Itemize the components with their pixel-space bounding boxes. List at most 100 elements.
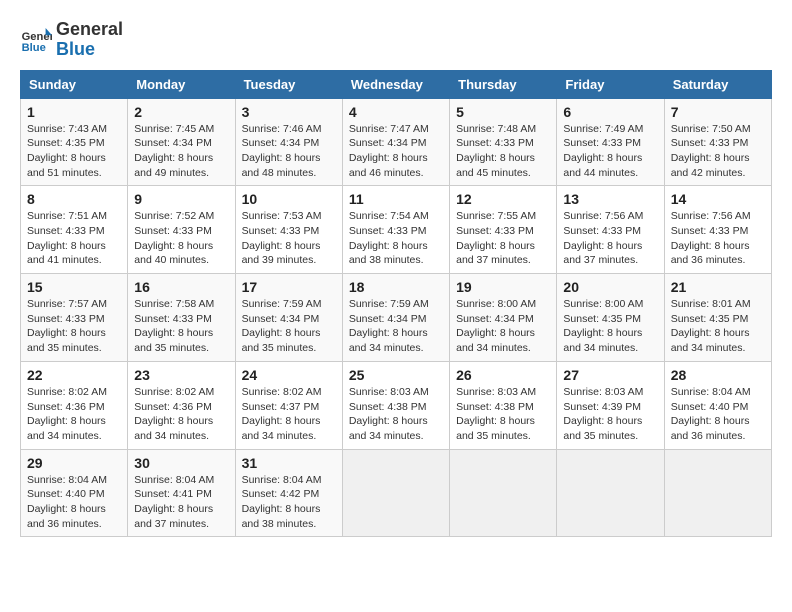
day-number: 10: [242, 191, 336, 207]
day-info: Sunrise: 8:00 AM Sunset: 4:34 PM Dayligh…: [456, 297, 550, 356]
calendar-cell: 22 Sunrise: 8:02 AM Sunset: 4:36 PM Dayl…: [21, 361, 128, 449]
logo-icon: General Blue: [20, 24, 52, 56]
day-number: 31: [242, 455, 336, 471]
calendar-cell: 8 Sunrise: 7:51 AM Sunset: 4:33 PM Dayli…: [21, 186, 128, 274]
calendar-cell: 10 Sunrise: 7:53 AM Sunset: 4:33 PM Dayl…: [235, 186, 342, 274]
day-info: Sunrise: 8:04 AM Sunset: 4:41 PM Dayligh…: [134, 473, 228, 532]
page-header: General Blue General Blue: [20, 20, 772, 60]
day-number: 30: [134, 455, 228, 471]
day-number: 18: [349, 279, 443, 295]
day-number: 11: [349, 191, 443, 207]
calendar-cell: 7 Sunrise: 7:50 AM Sunset: 4:33 PM Dayli…: [664, 98, 771, 186]
calendar-cell: 2 Sunrise: 7:45 AM Sunset: 4:34 PM Dayli…: [128, 98, 235, 186]
calendar-week-4: 22 Sunrise: 8:02 AM Sunset: 4:36 PM Dayl…: [21, 361, 772, 449]
day-info: Sunrise: 8:00 AM Sunset: 4:35 PM Dayligh…: [563, 297, 657, 356]
day-number: 29: [27, 455, 121, 471]
day-number: 14: [671, 191, 765, 207]
day-info: Sunrise: 7:50 AM Sunset: 4:33 PM Dayligh…: [671, 122, 765, 181]
calendar-cell: 9 Sunrise: 7:52 AM Sunset: 4:33 PM Dayli…: [128, 186, 235, 274]
day-info: Sunrise: 8:02 AM Sunset: 4:36 PM Dayligh…: [134, 385, 228, 444]
day-number: 20: [563, 279, 657, 295]
day-number: 19: [456, 279, 550, 295]
calendar-cell: 25 Sunrise: 8:03 AM Sunset: 4:38 PM Dayl…: [342, 361, 449, 449]
day-info: Sunrise: 7:57 AM Sunset: 4:33 PM Dayligh…: [27, 297, 121, 356]
calendar-cell: 24 Sunrise: 8:02 AM Sunset: 4:37 PM Dayl…: [235, 361, 342, 449]
day-info: Sunrise: 8:04 AM Sunset: 4:40 PM Dayligh…: [27, 473, 121, 532]
logo-name: General Blue: [56, 20, 123, 60]
calendar-cell: 4 Sunrise: 7:47 AM Sunset: 4:34 PM Dayli…: [342, 98, 449, 186]
day-info: Sunrise: 8:04 AM Sunset: 4:42 PM Dayligh…: [242, 473, 336, 532]
calendar-cell: 16 Sunrise: 7:58 AM Sunset: 4:33 PM Dayl…: [128, 274, 235, 362]
calendar-cell: 31 Sunrise: 8:04 AM Sunset: 4:42 PM Dayl…: [235, 449, 342, 537]
calendar-table: SundayMondayTuesdayWednesdayThursdayFrid…: [20, 70, 772, 538]
calendar-cell: 13 Sunrise: 7:56 AM Sunset: 4:33 PM Dayl…: [557, 186, 664, 274]
day-number: 17: [242, 279, 336, 295]
day-info: Sunrise: 8:03 AM Sunset: 4:38 PM Dayligh…: [456, 385, 550, 444]
calendar-cell: 19 Sunrise: 8:00 AM Sunset: 4:34 PM Dayl…: [450, 274, 557, 362]
day-info: Sunrise: 7:43 AM Sunset: 4:35 PM Dayligh…: [27, 122, 121, 181]
calendar-cell: 30 Sunrise: 8:04 AM Sunset: 4:41 PM Dayl…: [128, 449, 235, 537]
day-number: 13: [563, 191, 657, 207]
day-number: 9: [134, 191, 228, 207]
calendar-week-1: 1 Sunrise: 7:43 AM Sunset: 4:35 PM Dayli…: [21, 98, 772, 186]
day-info: Sunrise: 8:04 AM Sunset: 4:40 PM Dayligh…: [671, 385, 765, 444]
day-number: 2: [134, 104, 228, 120]
day-info: Sunrise: 7:59 AM Sunset: 4:34 PM Dayligh…: [349, 297, 443, 356]
day-info: Sunrise: 7:54 AM Sunset: 4:33 PM Dayligh…: [349, 209, 443, 268]
calendar-header-row: SundayMondayTuesdayWednesdayThursdayFrid…: [21, 70, 772, 98]
day-number: 22: [27, 367, 121, 383]
calendar-cell: 17 Sunrise: 7:59 AM Sunset: 4:34 PM Dayl…: [235, 274, 342, 362]
day-info: Sunrise: 7:48 AM Sunset: 4:33 PM Dayligh…: [456, 122, 550, 181]
calendar-week-2: 8 Sunrise: 7:51 AM Sunset: 4:33 PM Dayli…: [21, 186, 772, 274]
calendar-cell: 27 Sunrise: 8:03 AM Sunset: 4:39 PM Dayl…: [557, 361, 664, 449]
column-header-friday: Friday: [557, 70, 664, 98]
calendar-cell: 11 Sunrise: 7:54 AM Sunset: 4:33 PM Dayl…: [342, 186, 449, 274]
day-number: 21: [671, 279, 765, 295]
day-info: Sunrise: 7:59 AM Sunset: 4:34 PM Dayligh…: [242, 297, 336, 356]
day-info: Sunrise: 7:53 AM Sunset: 4:33 PM Dayligh…: [242, 209, 336, 268]
column-header-sunday: Sunday: [21, 70, 128, 98]
calendar-cell: 26 Sunrise: 8:03 AM Sunset: 4:38 PM Dayl…: [450, 361, 557, 449]
day-number: 12: [456, 191, 550, 207]
day-number: 24: [242, 367, 336, 383]
day-info: Sunrise: 7:47 AM Sunset: 4:34 PM Dayligh…: [349, 122, 443, 181]
calendar-cell: 14 Sunrise: 7:56 AM Sunset: 4:33 PM Dayl…: [664, 186, 771, 274]
day-number: 6: [563, 104, 657, 120]
calendar-cell: 6 Sunrise: 7:49 AM Sunset: 4:33 PM Dayli…: [557, 98, 664, 186]
day-info: Sunrise: 7:49 AM Sunset: 4:33 PM Dayligh…: [563, 122, 657, 181]
calendar-cell: 20 Sunrise: 8:00 AM Sunset: 4:35 PM Dayl…: [557, 274, 664, 362]
logo: General Blue General Blue: [20, 20, 123, 60]
calendar-cell: 5 Sunrise: 7:48 AM Sunset: 4:33 PM Dayli…: [450, 98, 557, 186]
day-number: 3: [242, 104, 336, 120]
calendar-cell: 15 Sunrise: 7:57 AM Sunset: 4:33 PM Dayl…: [21, 274, 128, 362]
calendar-cell: 18 Sunrise: 7:59 AM Sunset: 4:34 PM Dayl…: [342, 274, 449, 362]
calendar-cell: 28 Sunrise: 8:04 AM Sunset: 4:40 PM Dayl…: [664, 361, 771, 449]
column-header-monday: Monday: [128, 70, 235, 98]
calendar-cell: 29 Sunrise: 8:04 AM Sunset: 4:40 PM Dayl…: [21, 449, 128, 537]
calendar-cell: [450, 449, 557, 537]
day-info: Sunrise: 7:52 AM Sunset: 4:33 PM Dayligh…: [134, 209, 228, 268]
day-number: 7: [671, 104, 765, 120]
day-number: 25: [349, 367, 443, 383]
calendar-cell: 23 Sunrise: 8:02 AM Sunset: 4:36 PM Dayl…: [128, 361, 235, 449]
day-info: Sunrise: 7:55 AM Sunset: 4:33 PM Dayligh…: [456, 209, 550, 268]
day-info: Sunrise: 7:58 AM Sunset: 4:33 PM Dayligh…: [134, 297, 228, 356]
calendar-cell: [557, 449, 664, 537]
day-info: Sunrise: 8:03 AM Sunset: 4:39 PM Dayligh…: [563, 385, 657, 444]
column-header-wednesday: Wednesday: [342, 70, 449, 98]
day-info: Sunrise: 8:02 AM Sunset: 4:36 PM Dayligh…: [27, 385, 121, 444]
day-info: Sunrise: 7:51 AM Sunset: 4:33 PM Dayligh…: [27, 209, 121, 268]
column-header-thursday: Thursday: [450, 70, 557, 98]
column-header-saturday: Saturday: [664, 70, 771, 98]
calendar-cell: 1 Sunrise: 7:43 AM Sunset: 4:35 PM Dayli…: [21, 98, 128, 186]
day-number: 27: [563, 367, 657, 383]
day-info: Sunrise: 7:45 AM Sunset: 4:34 PM Dayligh…: [134, 122, 228, 181]
day-info: Sunrise: 7:56 AM Sunset: 4:33 PM Dayligh…: [563, 209, 657, 268]
calendar-cell: 12 Sunrise: 7:55 AM Sunset: 4:33 PM Dayl…: [450, 186, 557, 274]
day-info: Sunrise: 8:02 AM Sunset: 4:37 PM Dayligh…: [242, 385, 336, 444]
day-number: 28: [671, 367, 765, 383]
day-number: 16: [134, 279, 228, 295]
day-number: 8: [27, 191, 121, 207]
day-number: 15: [27, 279, 121, 295]
svg-text:Blue: Blue: [22, 42, 46, 54]
